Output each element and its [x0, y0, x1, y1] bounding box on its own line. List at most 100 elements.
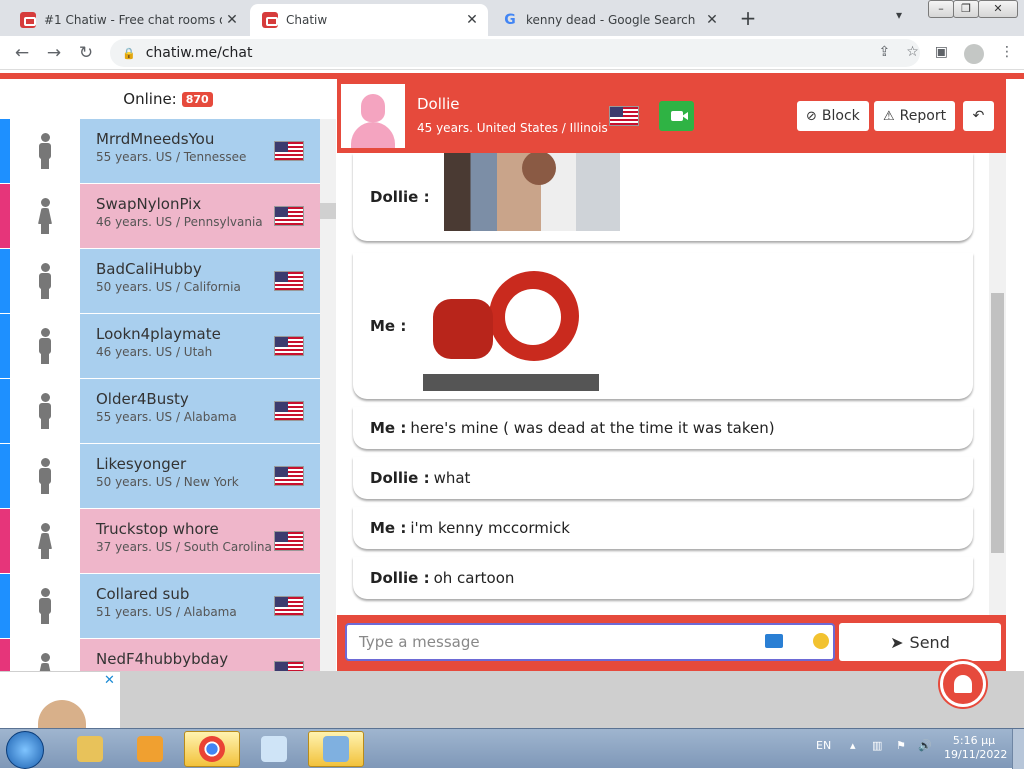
message-sender: Dollie :	[370, 469, 430, 487]
user-list-scroll-thumb[interactable]	[320, 203, 336, 219]
new-tab-button[interactable]: +	[736, 6, 760, 30]
tab-search-chevron-icon[interactable]: ▾	[896, 8, 902, 22]
reload-icon[interactable]: ↻	[70, 43, 102, 63]
close-tab-icon[interactable]: ✕	[462, 12, 482, 28]
message-input[interactable]: Type a message	[345, 623, 835, 661]
online-label: Online:	[123, 90, 177, 108]
male-user-icon	[38, 393, 52, 429]
video-camera-icon	[670, 111, 688, 121]
leave-chat-button[interactable]: ↶	[963, 101, 994, 131]
us-flag-icon	[609, 106, 639, 126]
online-count-badge: 870	[181, 91, 213, 107]
page-bottom-area	[336, 671, 1024, 728]
shared-photo[interactable]	[423, 259, 599, 391]
chrome-icon	[199, 736, 225, 762]
minimize-button[interactable]: –	[928, 0, 954, 18]
message-sender: Dollie :	[370, 188, 430, 206]
back-icon[interactable]: ←	[6, 43, 38, 63]
us-flag-icon	[274, 661, 304, 671]
message-text: what	[433, 469, 471, 487]
send-label: Send	[909, 632, 950, 652]
partner-avatar[interactable]	[341, 84, 405, 148]
shared-photo[interactable]	[444, 153, 620, 231]
address-bar[interactable]: 🔒 chatiw.me/chat	[110, 39, 920, 67]
profile-avatar-icon[interactable]	[964, 44, 984, 64]
taskbar-explorer[interactable]	[62, 731, 118, 767]
paper-plane-icon: ➤	[890, 632, 904, 652]
close-tab-icon[interactable]: ✕	[702, 12, 722, 28]
user-row[interactable]: Lookn4playmate 46 years. US / Utah	[0, 314, 320, 379]
tab-google-search[interactable]: G kenny dead - Google Search ✕	[490, 4, 728, 36]
system-clock[interactable]: 5:16 µµ 19/11/2022	[944, 734, 1008, 762]
close-ad-icon[interactable]: ✕	[104, 673, 115, 688]
block-button[interactable]: ⊘ Block	[797, 101, 869, 131]
emoji-icon[interactable]	[813, 633, 829, 649]
scroll-thumb[interactable]	[991, 293, 1004, 553]
video-call-button[interactable]	[659, 101, 694, 131]
online-count-header: Online: 870	[0, 79, 336, 119]
female-user-icon	[38, 653, 52, 671]
female-user-icon	[38, 198, 52, 234]
show-desktop-button[interactable]	[1012, 729, 1024, 769]
us-flag-icon	[274, 141, 304, 161]
user-row[interactable]: Likesyonger 50 years. US / New York	[0, 444, 320, 509]
male-user-icon	[38, 133, 52, 169]
close-tab-icon[interactable]: ✕	[222, 12, 242, 28]
message-list-scrollbar[interactable]	[989, 153, 1006, 615]
taskbar-media-player[interactable]	[122, 731, 178, 767]
us-flag-icon	[274, 336, 304, 356]
male-user-icon	[38, 263, 52, 299]
user-row[interactable]: Older4Busty 55 years. US / Alabama	[0, 379, 320, 444]
user-row[interactable]: NedF4hubbybday	[0, 639, 320, 671]
gender-stripe	[0, 379, 10, 443]
send-button[interactable]: ➤ Send	[839, 623, 1001, 661]
forward-icon[interactable]: →	[38, 43, 70, 63]
tab-title: #1 Chatiw - Free chat rooms onli	[44, 13, 222, 27]
message-bubble: Me : here's mine ( was dead at the time …	[353, 407, 973, 449]
paint-icon	[261, 736, 287, 762]
google-favicon-icon: G	[504, 12, 516, 28]
tab-chatiw-free[interactable]: #1 Chatiw - Free chat rooms onli ✕	[8, 4, 248, 36]
language-indicator[interactable]: EN	[816, 739, 831, 752]
menu-kebab-icon[interactable]: ⋮	[1000, 44, 1014, 64]
tab-chatiw[interactable]: Chatiw ✕	[250, 4, 488, 36]
undo-arrow-icon: ↶	[972, 108, 985, 124]
male-user-icon	[38, 458, 52, 494]
volume-icon[interactable]: 🔊	[918, 739, 932, 752]
taskbar-window[interactable]	[308, 731, 364, 767]
report-button[interactable]: ⚠ Report	[874, 101, 956, 131]
notification-bell-button[interactable]	[940, 661, 986, 707]
user-row[interactable]: Collared sub 51 years. US / Alabama	[0, 574, 320, 639]
block-icon: ⊘	[806, 108, 817, 124]
side-panel-icon[interactable]: ▣	[935, 44, 948, 64]
user-row[interactable]: BadCaliHubby 50 years. US / California	[0, 249, 320, 314]
warning-icon: ⚠	[883, 108, 895, 124]
user-row[interactable]: SwapNylonPix 46 years. US / Pennsylvania	[0, 184, 320, 249]
chatiw-favicon-icon	[262, 12, 278, 28]
network-icon[interactable]: ▥	[872, 739, 882, 752]
user-row[interactable]: Truckstop whore 37 years. US / South Caro…	[0, 509, 320, 574]
restore-button[interactable]: ❐	[953, 0, 979, 18]
tab-title: kenny dead - Google Search	[526, 13, 696, 27]
image-upload-icon[interactable]	[765, 634, 783, 648]
us-flag-icon	[274, 271, 304, 291]
start-button[interactable]	[6, 731, 44, 769]
message-bubble: Me : i'm kenny mccormick	[353, 507, 973, 549]
clock-time: 5:16 µµ	[952, 734, 996, 747]
taskbar-chrome[interactable]	[184, 731, 240, 767]
clock-date: 19/11/2022	[944, 748, 1008, 761]
user-list-scrollbar[interactable]	[320, 119, 336, 671]
action-center-icon[interactable]: ⚑	[896, 739, 906, 752]
bookmark-star-icon[interactable]: ☆	[906, 44, 919, 64]
show-hidden-icons[interactable]: ▴	[850, 739, 856, 752]
chatiw-favicon-icon	[20, 12, 36, 28]
close-window-button[interactable]: ✕	[978, 0, 1018, 18]
female-user-icon	[38, 523, 52, 559]
share-icon[interactable]: ⇪	[878, 44, 890, 64]
message-composer: Type a message ➤ Send	[337, 615, 1006, 671]
gender-stripe	[0, 444, 10, 508]
partner-name: Dollie	[417, 95, 460, 113]
tab-strip: #1 Chatiw - Free chat rooms onli ✕ Chati…	[0, 0, 1024, 36]
taskbar-paint[interactable]	[246, 731, 302, 767]
user-row[interactable]: MrrdMneedsYou 55 years. US / Tennessee	[0, 119, 320, 184]
